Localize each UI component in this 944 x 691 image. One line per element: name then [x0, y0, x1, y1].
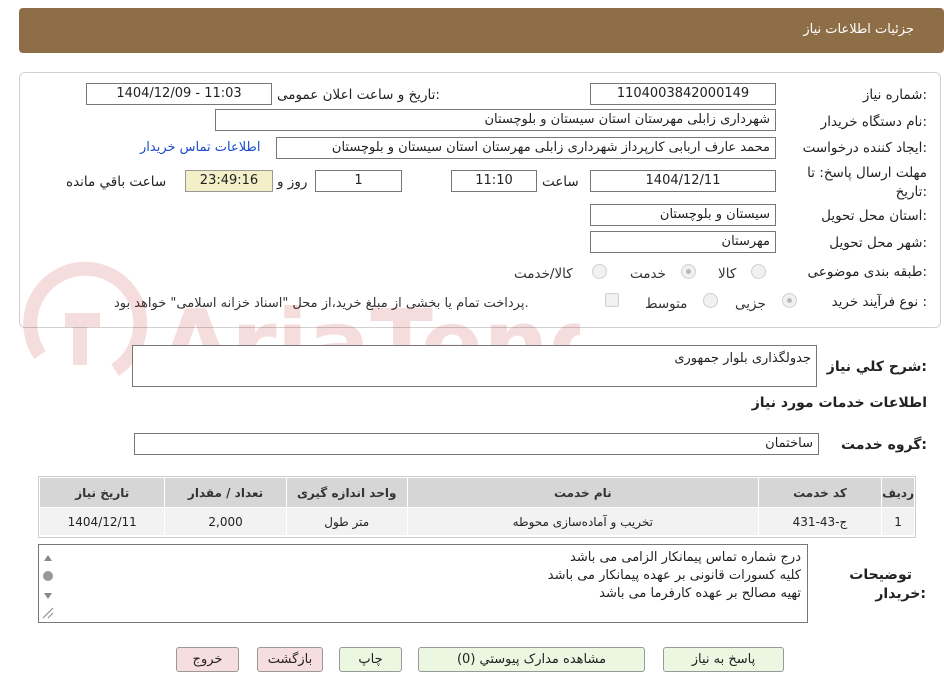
col-code-header: کد خدمت: [757, 477, 883, 508]
description-label: شرح کلي نياز:: [826, 359, 927, 375]
announce-label: تاریخ و ساعت اعلان عمومی:: [277, 87, 440, 103]
notes-label-line2: خریدار:: [875, 586, 926, 602]
notes-line: کلیه کسورات قانونی بر عهده پیمانکار می ب…: [547, 568, 801, 583]
buyer-contact-link[interactable]: اطلاعات تماس خریدار: [140, 140, 260, 155]
cell-row: 1: [881, 507, 915, 536]
days-field[interactable]: 1: [315, 170, 402, 192]
col-row-header: ردیف: [881, 477, 915, 508]
category-goods-label: کالا: [718, 266, 737, 282]
back-button[interactable]: بازگشت: [257, 647, 323, 672]
remaining-time-field: 23:49:16: [185, 170, 273, 192]
services-table: ردیف کد خدمت نام خدمت واحد اندازه گیری ت…: [38, 477, 915, 536]
notes-line: تهیه مصالح بر عهده کارفرما می باشد: [599, 586, 801, 601]
deadline-time-field[interactable]: 11:10: [451, 170, 537, 192]
purchase-medium-label: متوسط: [645, 296, 688, 312]
print-button[interactable]: چاپ: [339, 647, 402, 672]
requester-field[interactable]: محمد عارف اربابی کارپرداز شهرداری زابلی …: [276, 137, 776, 159]
cell-qty: 2,000: [164, 507, 287, 536]
cell-date: 1404/12/11: [38, 507, 166, 536]
notes-line: درج شماره تماس پیمانکار الزامی می باشد: [570, 550, 801, 565]
purchase-small-radio[interactable]: [782, 293, 797, 308]
announce-datetime-field[interactable]: 1404/12/09 - 11:03: [86, 83, 272, 105]
col-name-header: نام خدمت: [406, 477, 759, 508]
purchase-small-label: جزیی: [735, 296, 766, 312]
category-label: طبقه بندی موضوعی:: [807, 264, 927, 280]
deadline-date-label: تاریخ:: [895, 184, 927, 200]
col-unit-header: واحد اندازه گیری: [285, 477, 408, 508]
need-number-field[interactable]: 1104003842000149: [590, 83, 776, 105]
category-goods-radio[interactable]: [751, 264, 766, 279]
remaining-time-label: ساعت باقي مانده: [66, 174, 167, 190]
service-group-label: گروه خدمت:: [841, 437, 927, 453]
notes-scrollbar[interactable]: [40, 546, 56, 621]
need-number-label: شماره نیاز:: [862, 87, 927, 103]
category-service-label: خدمت: [630, 266, 666, 282]
page-title: جزئیات اطلاعات نیاز: [803, 22, 914, 37]
deadline-label: مهلت ارسال پاسخ: تا: [807, 165, 927, 181]
table-row: 1 ج-43-431 تخریب و آماده‌سازی محوطه متر …: [38, 507, 915, 536]
reply-to-need-button[interactable]: پاسخ به نیاز: [663, 647, 784, 672]
cell-unit: متر طول: [285, 507, 408, 536]
table-header-row: ردیف کد خدمت نام خدمت واحد اندازه گیری ت…: [38, 477, 915, 508]
requester-label: ایجاد کننده درخواست:: [802, 140, 927, 156]
days-label: روز و: [277, 174, 308, 190]
exit-button[interactable]: خروج: [176, 647, 239, 672]
category-service-radio[interactable]: [681, 264, 696, 279]
treasury-payment-checkbox[interactable]: [605, 293, 619, 307]
buyer-org-field[interactable]: شهرداری زابلی مهرستان استان سیستان و بلو…: [215, 109, 776, 131]
city-label: شهر محل تحویل:: [829, 235, 927, 251]
deadline-date-field[interactable]: 1404/12/11: [590, 170, 776, 192]
description-field[interactable]: جدولگذاری بلوار جمهوری: [132, 345, 817, 387]
purchase-type-label: نوع فرآیند خرید :: [831, 294, 927, 310]
buyer-notes-field[interactable]: درج شماره تماس پیمانکار الزامی می باشد ک…: [38, 544, 808, 623]
province-label: استان محل تحویل:: [821, 208, 927, 224]
page-header: جزئیات اطلاعات نیاز: [19, 8, 944, 53]
notes-label-line1: توضیحات: [849, 567, 912, 583]
category-both-radio[interactable]: [592, 264, 607, 279]
cell-code: ج-43-431: [757, 507, 883, 536]
city-field[interactable]: مهرستان: [590, 231, 776, 253]
cell-name: تخریب و آماده‌سازی محوطه: [406, 507, 759, 536]
purchase-medium-radio[interactable]: [703, 293, 718, 308]
services-heading: اطلاعات خدمات مورد نیاز: [751, 395, 927, 411]
view-attachments-button[interactable]: مشاهده مدارک پیوستي (0): [418, 647, 645, 672]
buyer-org-label: نام دستگاه خریدار:: [820, 114, 927, 130]
col-date-header: تاریخ نیاز: [38, 477, 166, 508]
service-group-field[interactable]: ساختمان: [134, 433, 819, 455]
deadline-time-label: ساعت: [542, 174, 579, 190]
col-qty-header: تعداد / مقدار: [164, 477, 287, 508]
province-field[interactable]: سیستان و بلوچستان: [590, 204, 776, 226]
